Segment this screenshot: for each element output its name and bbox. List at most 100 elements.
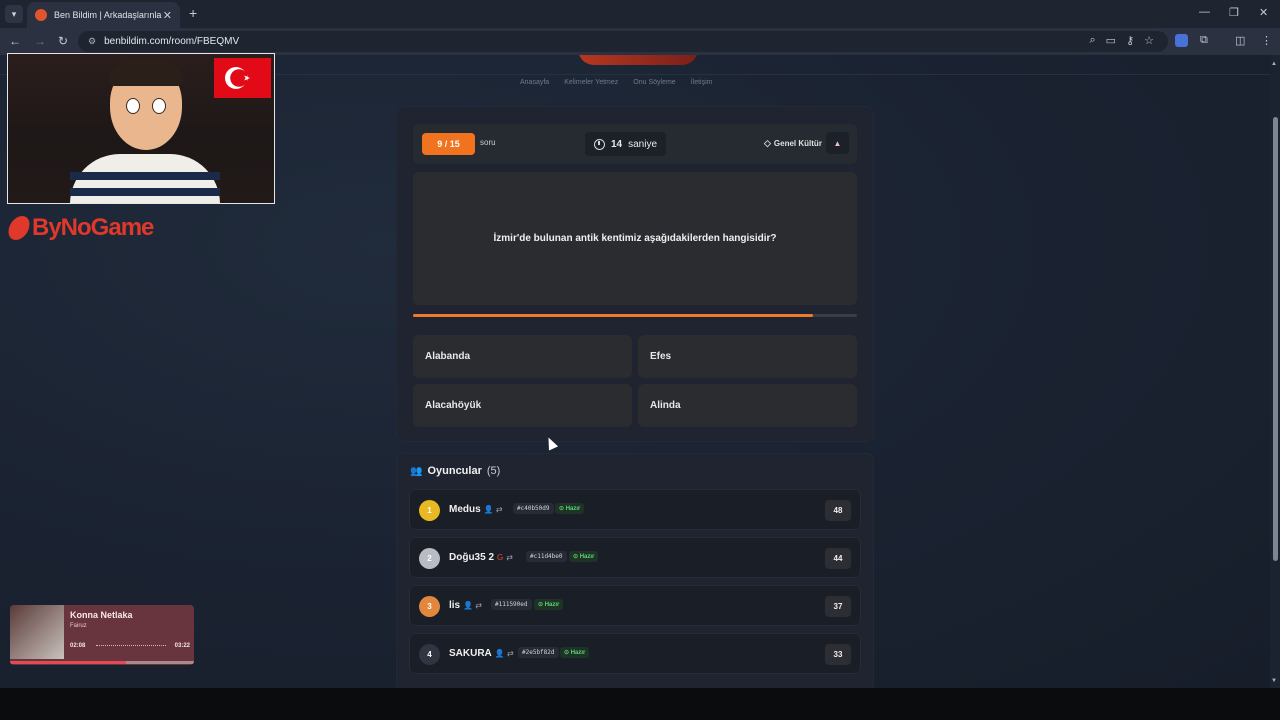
song-progress-fill (10, 661, 126, 664)
user-icon: 👤 ⇄ (483, 505, 503, 514)
report-question-button[interactable]: ▲ (826, 132, 849, 154)
bookmark-star-icon[interactable]: ☆ (1144, 34, 1154, 47)
player-id: #c40b50d9 (513, 503, 554, 514)
players-panel: 👥 Oyuncular (5) 1 Medus 👤 ⇄ #c40b50d9 ⊙ H… (396, 453, 874, 688)
players-count: (5) (486, 465, 501, 477)
song-title: Konna Netlaka (70, 610, 133, 620)
tab-close-icon[interactable]: ✕ (163, 9, 172, 22)
player-name: Medus 👤 ⇄ (449, 504, 503, 515)
answer-option-c[interactable]: Alacahöyük (413, 384, 632, 427)
player-row: 1 Medus 👤 ⇄ #c40b50d9 ⊙ Hazır 48 (409, 489, 861, 530)
time-progress-fill (413, 314, 813, 317)
nav-home-link[interactable]: Anasayfa (520, 79, 549, 86)
rank-badge: 4 (419, 644, 440, 665)
translate-extension-icon[interactable] (1175, 34, 1188, 50)
clock-icon (593, 138, 605, 150)
bynogame-logo: ByNoGame (5, 214, 154, 242)
question-label: soru (480, 138, 496, 147)
players-header: 👥 Oyuncular (5) (410, 465, 500, 477)
answer-option-a[interactable]: Alabanda (413, 335, 632, 378)
scroll-up-icon[interactable]: ▲ (1271, 61, 1277, 67)
player-name: lis 👤 ⇄ (449, 600, 483, 611)
google-icon: G (497, 553, 504, 562)
question-counter-badge: 9 / 15 (422, 133, 475, 155)
song-progress-bar (10, 661, 194, 664)
player-id: #111590ed (491, 599, 532, 610)
nav-words-link[interactable]: Kelimeler Yetmez (564, 79, 618, 86)
avatar-hair (109, 60, 183, 86)
close-window-button[interactable]: ✕ (1259, 6, 1268, 19)
player-score: 48 (825, 500, 851, 521)
site-nav: Anasayfa Kelimeler Yetmez Onu Söyleme İl… (520, 79, 712, 86)
nav-contact-link[interactable]: İletişim (691, 79, 713, 86)
site-logo[interactable] (578, 55, 698, 65)
timer: 14 saniye (585, 132, 666, 156)
reload-button[interactable]: ↻ (58, 34, 68, 48)
ready-status: ⊙ Hazır (569, 551, 599, 562)
tab-title: Ben Bildim | Arkadaşlarınla Online (54, 10, 163, 20)
tab-strip: ▾ Ben Bildim | Arkadaşlarınla Online ✕ +… (0, 0, 1280, 28)
rank-badge: 2 (419, 548, 440, 569)
scroll-thumb[interactable] (1273, 117, 1278, 561)
bottom-black-bar (0, 688, 1280, 720)
question-text: İzmir'de bulunan antik kentimiz aşağıdak… (493, 233, 777, 244)
player-id: #2e5bf82d (518, 647, 559, 658)
player-score: 33 (825, 644, 851, 665)
question-header: 9 / 15 soru 14 saniye ◇ Genel Kültür ▲ (413, 124, 857, 164)
player-name: SAKURA 👤 ⇄ (449, 648, 514, 659)
active-tab[interactable]: Ben Bildim | Arkadaşlarınla Online ✕ (27, 2, 180, 28)
player-row: 4 SAKURA 👤 ⇄ #2e5bf82d ⊙ Hazır 33 (409, 633, 861, 674)
elapsed-time: 02:08 (70, 643, 86, 649)
extensions-puzzle-icon[interactable]: ⧉ (1200, 34, 1208, 47)
player-score: 37 (825, 596, 851, 617)
rank-badge: 1 (419, 500, 440, 521)
rank-badge: 3 (419, 596, 440, 617)
player-row: 3 lis 👤 ⇄ #111590ed ⊙ Hazır 37 (409, 585, 861, 626)
site-favicon-icon (35, 9, 47, 21)
restore-button[interactable]: ❐ (1229, 6, 1239, 19)
timer-unit: saniye (628, 138, 658, 150)
timer-value: 14 (610, 138, 623, 150)
scroll-down-icon[interactable]: ▼ (1271, 678, 1277, 684)
cast-icon[interactable]: ▭ (1106, 34, 1116, 47)
zoom-icon[interactable]: ⌕ (1089, 34, 1095, 47)
ready-status: ⊙ Hazır (534, 599, 564, 610)
turkish-flag-icon (214, 58, 271, 98)
nav-taboo-link[interactable]: Onu Söyleme (633, 79, 675, 86)
user-icon: 👤 ⇄ (494, 649, 514, 658)
player-row: 2 Doğu35 2 G ⇄ #c11d4be0 ⊙ Hazır 44 (409, 537, 861, 578)
player-id: #c11d4be0 (526, 551, 567, 562)
album-art (10, 605, 64, 659)
music-player-overlay: Konna Netlaka Fairuz 02:08 03:22 (10, 605, 194, 665)
address-bar[interactable]: ⚙ benbildim.com/room/FBEQMV ⌕ ▭ ⚷ ☆ (78, 31, 1168, 52)
password-key-icon[interactable]: ⚷ (1126, 34, 1134, 47)
category-tag: ◇ Genel Kültür (764, 138, 822, 149)
minimize-button[interactable]: — (1199, 6, 1210, 18)
tag-icon: ◇ (764, 138, 771, 148)
bynogame-text: ByNoGame (32, 214, 154, 241)
answer-option-b[interactable]: Efes (638, 335, 857, 378)
tab-search-button[interactable]: ▾ (5, 5, 23, 23)
category-label: Genel Kültür (773, 139, 822, 148)
browser-menu-icon[interactable]: ⋮ (1261, 34, 1272, 47)
answer-option-d[interactable]: Alinda (638, 384, 857, 427)
game-panel: 9 / 15 soru 14 saniye ◇ Genel Kültür ▲ İ… (396, 106, 874, 442)
players-title: Oyuncular (427, 465, 482, 477)
back-button[interactable]: ← (9, 34, 21, 48)
time-progress-bar (413, 314, 857, 317)
users-icon: 👥 (410, 465, 423, 477)
webcam-overlay (7, 53, 275, 204)
bynogame-icon (5, 216, 33, 240)
user-icon: 👤 ⇄ (463, 601, 483, 610)
song-artist: Fairuz (70, 623, 87, 629)
page-scrollbar[interactable]: ▲ ▼ (1270, 55, 1280, 688)
url-text: benbildim.com/room/FBEQMV (104, 36, 240, 47)
player-score: 44 (825, 548, 851, 569)
forward-button[interactable]: → (34, 34, 46, 48)
question-box: İzmir'de bulunan antik kentimiz aşağıdak… (413, 172, 857, 305)
total-time: 03:22 (174, 643, 190, 649)
player-name: Doğu35 2 G ⇄ (449, 552, 513, 563)
profile-icon[interactable]: ◫ (1235, 34, 1245, 47)
new-tab-button[interactable]: + (189, 5, 197, 21)
site-info-icon[interactable]: ⚙ (88, 36, 96, 47)
